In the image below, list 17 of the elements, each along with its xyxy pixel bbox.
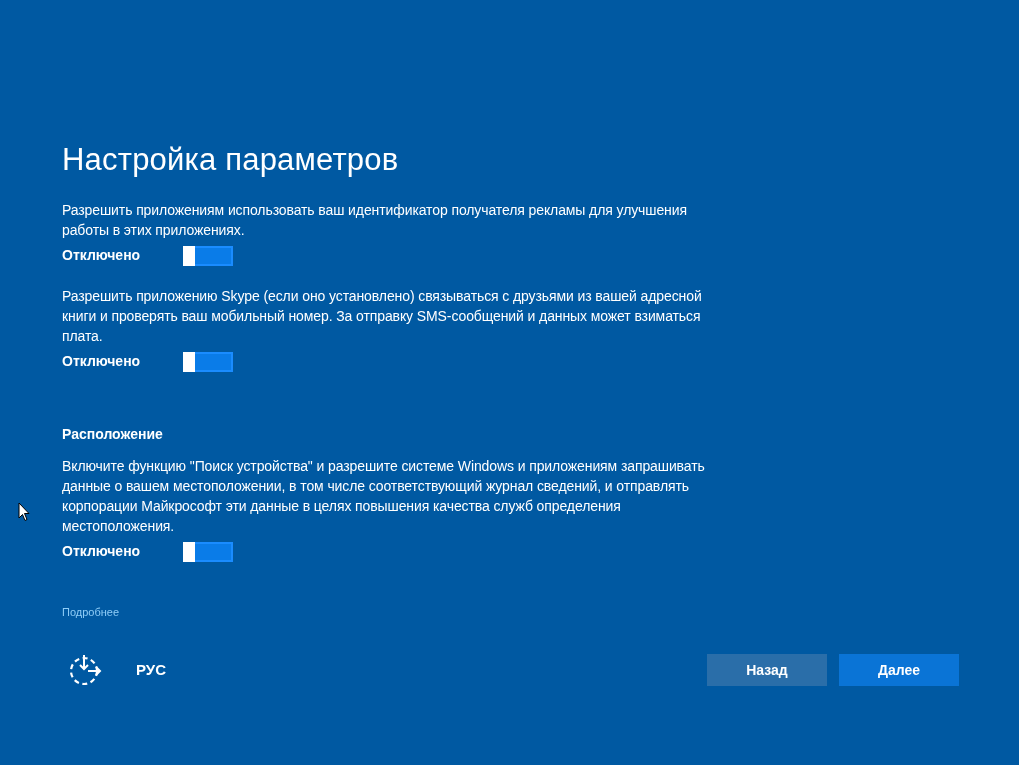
- setting-description: Разрешить приложениям использовать ваш идентификатор получателя рекламы для улучшения работы в этих приложениях.: [62, 201, 688, 240]
- section-heading: Расположение: [62, 425, 164, 444]
- setting-description: Включите функцию "Поиск устройства" и разрешите системе Windows и приложениям запрашивать данные о вашем местоположении, в том числе соответствующий журнал сведений, и отправлять корпорации Майкрософт эти данные в целях повышения качества служб определения местоположения.: [62, 457, 706, 536]
- language-indicator[interactable]: РУС: [136, 658, 166, 682]
- accessibility-icon[interactable]: [68, 653, 104, 687]
- toggle-switch[interactable]: [183, 541, 233, 562]
- page-title: Настройка параметров: [62, 141, 400, 179]
- back-button[interactable]: Назад: [707, 654, 827, 686]
- toggle-status: Отключено: [62, 352, 142, 371]
- setting-description: Разрешить приложению Skype (если оно установлено) связываться с друзьями из вашей адресной книги и проверять ваш мобильный номер. За отправку SMS-сообщений и данных может взиматься плата.: [62, 287, 703, 346]
- mouse-pointer-icon: [18, 502, 30, 522]
- more-info-link[interactable]: Подробнее: [62, 604, 120, 621]
- toggle-switch[interactable]: [183, 351, 233, 372]
- toggle-switch[interactable]: [183, 245, 233, 266]
- next-button[interactable]: Далее: [839, 654, 959, 686]
- toggle-status: Отключено: [62, 246, 142, 265]
- toggle-status: Отключено: [62, 542, 142, 561]
